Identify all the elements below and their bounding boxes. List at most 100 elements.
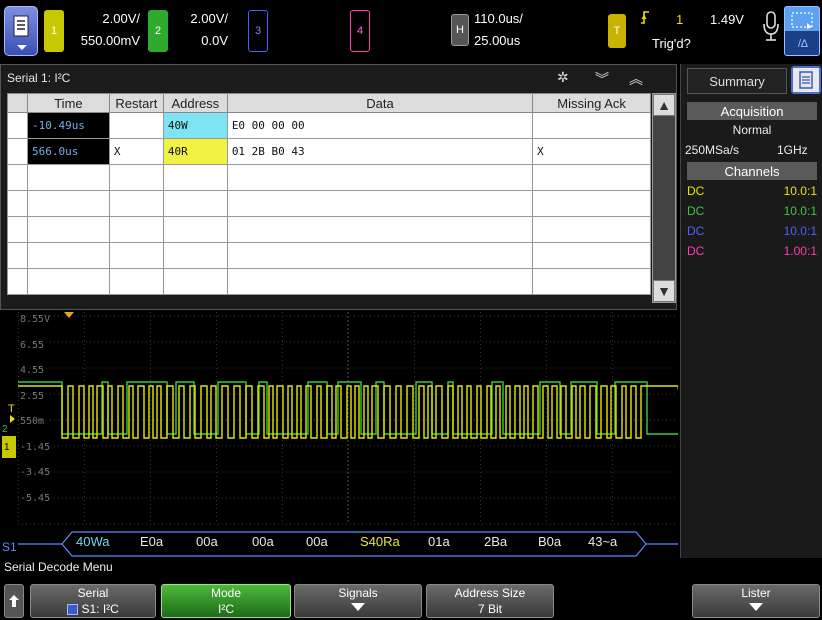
channel-3-button[interactable]: 3	[248, 10, 268, 52]
waveform-display[interactable]: T 1 2 S1 8.55V 6.55 4.55 2.55 550m -1.45 -3.45…	[0, 312, 678, 558]
table-row[interactable]	[7, 242, 651, 269]
table-row[interactable]	[7, 216, 651, 243]
signals-softkey[interactable]: Signals	[294, 584, 422, 618]
channel-1-scale: 2.00V/	[102, 11, 140, 26]
horizontal-button[interactable]: H	[451, 14, 469, 46]
microphone-icon[interactable]	[762, 10, 780, 46]
bus-decode-packet[interactable]: E0a	[140, 534, 163, 549]
waveform-graticule: T 1 2 S1	[2, 312, 678, 557]
bandwidth: 1GHz	[777, 143, 808, 157]
cell-time: 566.0us	[26, 138, 110, 165]
back-button[interactable]	[4, 584, 24, 618]
cell-restart	[108, 112, 164, 139]
column-address: Address	[162, 93, 228, 113]
bus-decode-packet[interactable]: B0a	[538, 534, 561, 549]
cell-missing-ack	[532, 112, 651, 139]
address-size-softkey-label: Address Size	[454, 586, 526, 600]
bus-decode-packet[interactable]: 43~a	[588, 534, 617, 549]
bus-decode-packet[interactable]: 2Ba	[484, 534, 507, 549]
horizontal-label: H	[456, 24, 464, 36]
lister-softkey[interactable]: Lister	[692, 584, 820, 618]
channels-header: Channels	[687, 162, 817, 180]
cell-time: -10.49us	[26, 112, 110, 139]
channel-coupling: DC	[687, 224, 705, 238]
bus-decode-packet[interactable]: 00a	[196, 534, 218, 549]
channel-1-offset: 550.00mV	[80, 33, 140, 48]
touch-zone-button[interactable]: /∆	[784, 6, 820, 56]
rising-edge-icon	[641, 11, 649, 24]
status-bar: 1 2.00V/ 550.00mV 2 2.00V/ 0.0V 3 4 H 11…	[0, 0, 822, 62]
bus-decode-packet[interactable]: 00a	[306, 534, 328, 549]
voltage-tick-label: -5.45	[20, 492, 51, 504]
trigger-source[interactable]: 1	[676, 12, 683, 27]
channel-coupling: DC	[687, 184, 705, 198]
svg-text:/∆: /∆	[798, 38, 808, 50]
menu-icon	[13, 15, 29, 37]
trigger-position-marker[interactable]	[64, 312, 74, 318]
table-row[interactable]	[7, 164, 651, 191]
up-arrow-icon	[9, 595, 19, 607]
cell-address: 40W	[162, 112, 228, 139]
scroll-up-button[interactable]: ▲	[653, 94, 675, 116]
address-size-softkey[interactable]: Address Size 7 Bit	[426, 584, 554, 618]
channel-probe: 10.0:1	[783, 184, 817, 198]
horizontal-settings[interactable]: 110.0us/ 25.00us	[474, 8, 538, 52]
channel-1-settings[interactable]: 2.00V/ 550.00mV	[66, 8, 140, 52]
lister-table[interactable]: Time Restart Address Data Missing Ack -1…	[7, 93, 651, 295]
voltage-tick-label: 8.55V	[20, 314, 51, 325]
cell-restart: X	[108, 138, 164, 165]
summary-tab[interactable]: Summary	[687, 68, 787, 94]
trigger-level[interactable]: 1.49V	[710, 12, 744, 27]
column-restart: Restart	[108, 93, 164, 113]
submenu-arrow-icon	[351, 603, 365, 611]
lister-scrollbar[interactable]: ▲ ▼	[652, 93, 676, 303]
table-row[interactable]	[7, 268, 651, 295]
channel-2-scale: 2.00V/	[190, 11, 228, 26]
list-icon	[799, 71, 813, 89]
table-row[interactable]: 566.0us X 40R 01 2B B0 43 X	[7, 138, 651, 165]
channel-2-settings[interactable]: 2.00V/ 0.0V	[170, 8, 228, 52]
row-marker	[7, 138, 28, 165]
table-row[interactable]	[7, 190, 651, 217]
scroll-down-button[interactable]: ▼	[653, 280, 675, 302]
trigger-label: T	[613, 25, 621, 37]
channel-1-marker-label: 1	[4, 442, 10, 453]
gear-icon[interactable]: ✲	[557, 69, 569, 86]
menu-title: Serial Decode Menu	[4, 560, 113, 574]
serial-softkey[interactable]: Serial S1: I²C	[30, 584, 156, 618]
bus-decode-packet[interactable]: 00a	[252, 534, 274, 549]
column-time: Time	[26, 93, 110, 113]
bus-decode-packet[interactable]: 01a	[428, 534, 450, 549]
chevrons-up-icon[interactable]: ︽	[629, 69, 643, 89]
cell-address: 40R	[162, 138, 228, 165]
trigger-button[interactable]: T	[608, 14, 626, 48]
chevrons-down-icon[interactable]: ︾	[595, 69, 609, 89]
channel-2-number: 2	[154, 25, 162, 37]
channel-4-button[interactable]: 4	[350, 10, 370, 52]
channel-coupling: DC	[687, 244, 705, 258]
trigger-level-marker[interactable]: T	[8, 403, 15, 415]
submenu-arrow-icon	[749, 603, 763, 611]
channel-2-marker[interactable]: 2	[2, 424, 8, 435]
sidebar-menu-icon[interactable]	[791, 66, 821, 94]
channel-4-number: 4	[356, 25, 364, 37]
row-marker	[7, 112, 28, 139]
main-menu-button[interactable]	[4, 6, 38, 56]
cell-missing-ack: X	[532, 138, 651, 165]
channel-1-button[interactable]: 1	[44, 10, 64, 52]
mode-softkey-value: I²C	[218, 602, 234, 616]
channel-probe: 10.0:1	[783, 204, 817, 218]
bus-label[interactable]: S1	[2, 540, 17, 554]
bus-decode-packet[interactable]: S40Ra	[360, 534, 400, 549]
channel-coupling: DC	[687, 204, 705, 218]
lister-title: Serial 1: I²C	[7, 71, 71, 85]
channel-2-offset: 0.0V	[201, 33, 228, 48]
table-row[interactable]: -10.49us 40W E0 00 00 00	[7, 112, 651, 139]
chevron-down-icon	[17, 45, 27, 50]
mode-softkey-label: Mode	[210, 586, 242, 600]
bus-decode-packet[interactable]: 40Wa	[76, 534, 109, 549]
horizontal-delay: 25.00us	[474, 33, 521, 48]
channel-probe: 10.0:1	[783, 224, 817, 238]
mode-softkey[interactable]: Mode I²C	[161, 584, 291, 618]
channel-2-button[interactable]: 2	[148, 10, 168, 52]
